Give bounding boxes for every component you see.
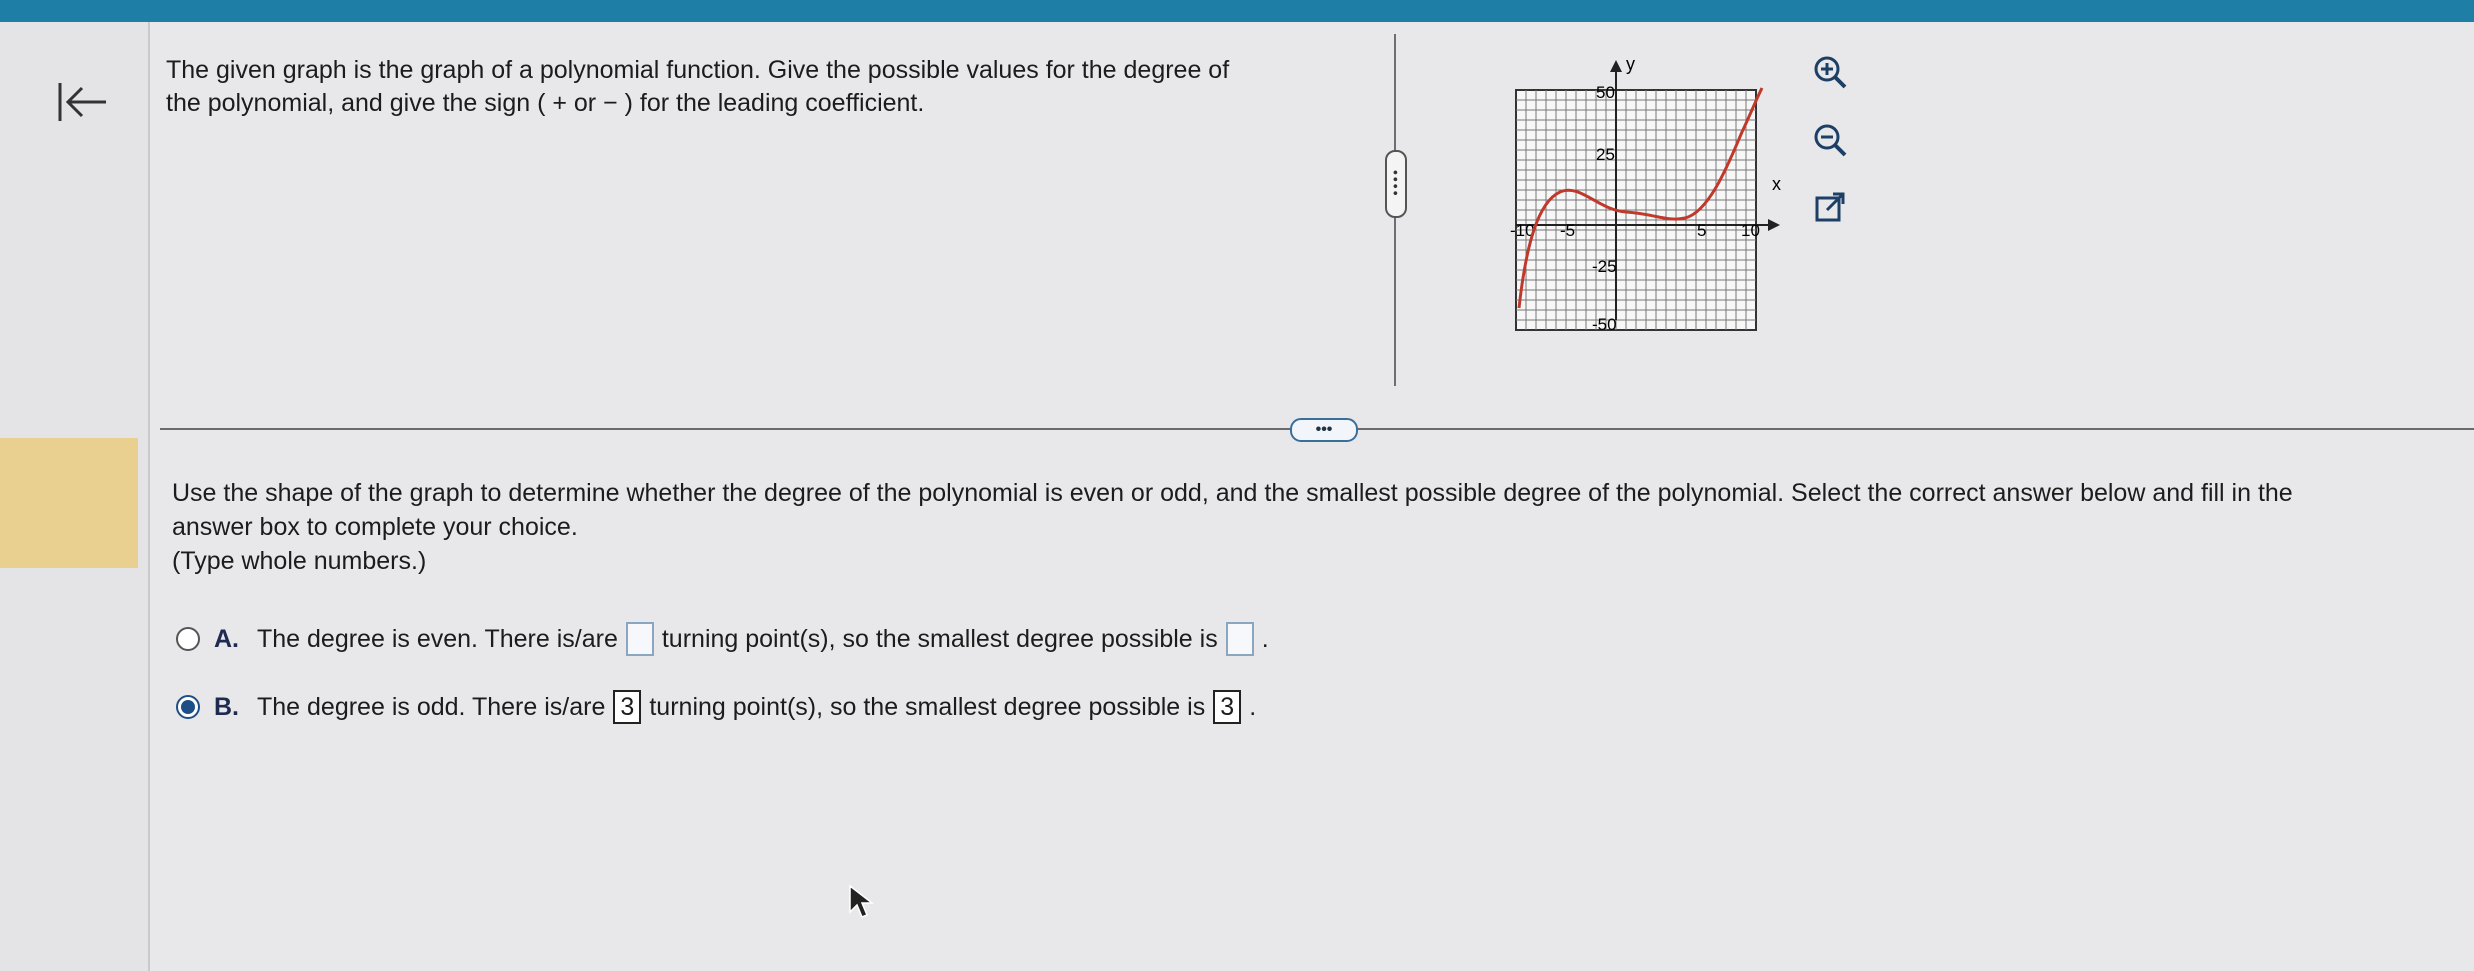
option-a-text-after: . [1261, 624, 1269, 653]
y-tick-label: -50 [1592, 315, 1617, 334]
x-tick-label: -5 [1560, 221, 1575, 240]
zoom-in-icon [1814, 56, 1847, 89]
mouse-cursor-icon [849, 884, 874, 918]
option-b[interactable]: B. The degree is odd. There is/are 3 tur… [176, 690, 1256, 724]
option-b-radio[interactable] [176, 695, 200, 719]
option-b-turning-points-input[interactable]: 3 [613, 690, 642, 724]
question-line-2: the polynomial, and give the sign ( + or… [166, 89, 925, 117]
question-line-1: The given graph is the graph of a polyno… [166, 56, 1230, 84]
zoom-out-button[interactable] [1808, 118, 1852, 162]
popout-button[interactable] [1808, 186, 1852, 230]
graph-grid [1515, 89, 1757, 331]
y-tick-label: 50 [1596, 83, 1615, 102]
polynomial-graph: y x -10 -5 5 10 50 25 -25 -50 [1510, 54, 1781, 334]
zoom-out-icon [1814, 124, 1847, 157]
option-b-text-middle: turning point(s), so the smallest degree… [649, 692, 1206, 721]
option-a-turning-points-input[interactable] [625, 622, 654, 656]
instructions-line-1: Use the shape of the graph to determine … [172, 479, 2293, 507]
option-a-letter: A. [214, 624, 239, 653]
top-bar [0, 0, 2474, 22]
x-tick-label: 10 [1741, 221, 1760, 240]
x-tick-label: 5 [1697, 221, 1706, 240]
option-b-text-before: The degree is odd. There is/are [257, 692, 606, 721]
instructions: Use the shape of the graph to determine … [172, 476, 2452, 578]
instructions-line-2: answer box to complete your choice. [172, 513, 578, 541]
handle-dots: •••• [1388, 170, 1404, 198]
arrow-left-bar-icon [58, 83, 106, 121]
instructions-line-3: (Type whole numbers.) [172, 547, 427, 575]
y-axis-label: y [1626, 54, 1635, 74]
option-a-text-before: The degree is even. There is/are [257, 624, 618, 653]
external-link-icon [1815, 192, 1845, 222]
option-a-radio[interactable] [176, 627, 200, 651]
question-highlight-tab[interactable] [0, 438, 138, 568]
option-a-degree-input[interactable] [1225, 622, 1254, 656]
vertical-resize-handle[interactable]: •••• [1385, 150, 1407, 218]
y-tick-label: 25 [1596, 145, 1615, 164]
option-b-degree-input[interactable]: 3 [1213, 690, 1242, 724]
horizontal-resize-handle[interactable]: ••• [1290, 418, 1358, 442]
radio-selected-dot [181, 700, 195, 714]
question-text: The given graph is the graph of a polyno… [166, 54, 1336, 120]
option-a-text-middle: turning point(s), so the smallest degree… [661, 624, 1218, 653]
x-axis-arrow [1768, 219, 1780, 231]
y-tick-label: -25 [1592, 257, 1617, 276]
option-b-text-after: . [1249, 692, 1257, 721]
back-button[interactable] [52, 74, 114, 130]
y-axis-arrow [1610, 60, 1622, 72]
option-a[interactable]: A. The degree is even. There is/are turn… [176, 622, 1269, 656]
zoom-in-button[interactable] [1808, 50, 1852, 94]
option-b-letter: B. [214, 692, 239, 721]
x-axis-label: x [1772, 174, 1781, 194]
